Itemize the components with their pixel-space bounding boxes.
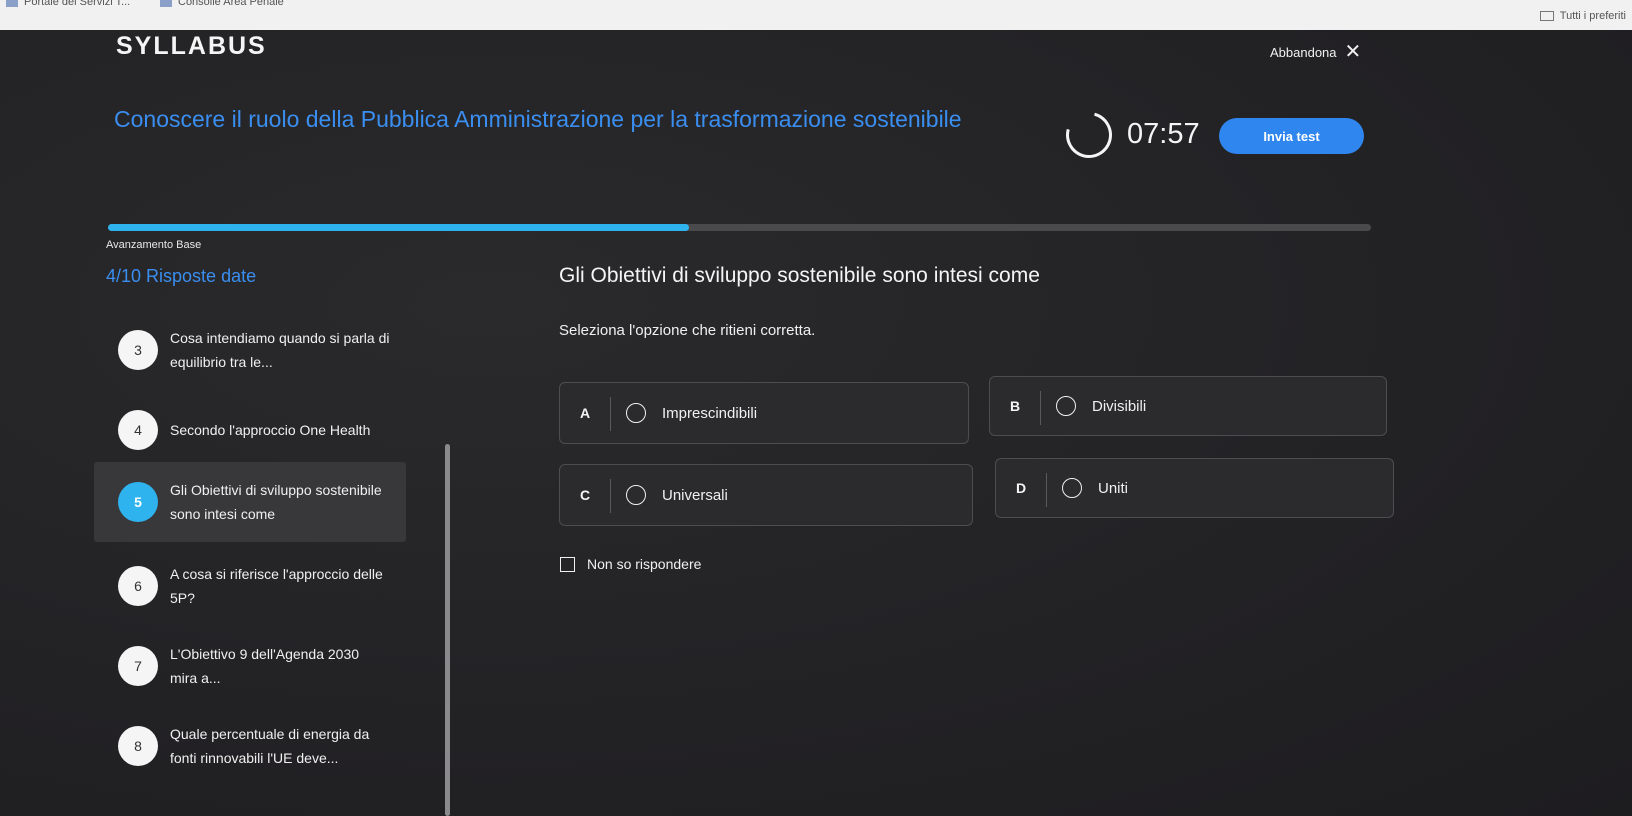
option-divider: [610, 479, 611, 513]
course-title: Conoscere il ruolo della Pubblica Ammini…: [114, 106, 962, 132]
close-icon: ✕: [1344, 41, 1362, 63]
question-preview: Secondo l'approccio One Health: [170, 422, 371, 438]
sidebar-question[interactable]: 3 Cosa intendiamo quando si parla di equ…: [94, 310, 406, 390]
question-number-badge: 8: [118, 726, 158, 766]
all-bookmarks-label: Tutti i preferiti: [1559, 10, 1626, 22]
timer-ring-icon: [1057, 103, 1121, 167]
bookmark-icon: [6, 0, 18, 7]
option-label: Divisibili: [1092, 397, 1147, 415]
sidebar-question-active[interactable]: 5 Gli Obiettivi di sviluppo sostenibile …: [94, 462, 406, 542]
option-divider: [1040, 391, 1041, 425]
question-number-badge: 7: [118, 646, 158, 686]
radio-icon[interactable]: [1056, 396, 1076, 416]
progress-bar: [108, 224, 1371, 231]
question-preview: Quale percentuale di energia da fonti ri…: [170, 726, 370, 766]
submit-test-button[interactable]: Invia test: [1219, 118, 1364, 154]
question-preview: Cosa intendiamo quando si parla di equil…: [170, 330, 390, 370]
question-number-badge: 4: [118, 410, 158, 450]
question-title: Gli Obiettivi di sviluppo sostenibile so…: [559, 264, 1040, 287]
quiz-app: SYLLABUS Abbandona ✕ Conoscere il ruolo …: [0, 30, 1632, 816]
sidebar-question[interactable]: 8 Quale percentuale di energia da fonti …: [94, 706, 406, 786]
option-c[interactable]: C Universali: [559, 464, 973, 526]
radio-icon[interactable]: [626, 485, 646, 505]
leave-button[interactable]: Abbandona ✕: [1270, 42, 1361, 62]
option-label: Imprescindibili: [662, 404, 758, 422]
question-number-badge: 6: [118, 566, 158, 606]
option-divider: [1046, 473, 1047, 507]
bookmark-consolle[interactable]: Consolle Area Penale: [160, 0, 284, 8]
checkbox-icon[interactable]: [560, 556, 575, 572]
bookmark-portale[interactable]: Portale dei Servizi T...: [6, 0, 130, 8]
question-preview: L'Obiettivo 9 dell'Agenda 2030 mira a...: [170, 646, 360, 686]
question-number-badge: 5: [118, 482, 158, 522]
folder-icon: [1539, 11, 1554, 21]
progress-label: Avanzamento Base: [106, 239, 202, 251]
bookmarks-bar: Portale dei Servizi T... Consolle Area P…: [0, 0, 1632, 30]
bookmark-label: Consolle Area Penale: [178, 0, 284, 8]
answered-count: 4/10 Risposte date: [106, 266, 257, 286]
question-instruction: Seleziona l'opzione che ritieni corretta…: [559, 322, 816, 339]
timer: 07:57: [1127, 118, 1200, 150]
option-letter: D: [1016, 480, 1027, 496]
option-a[interactable]: A Imprescindibili: [559, 382, 969, 444]
sidebar-scrollbar[interactable]: [445, 444, 450, 816]
all-bookmarks[interactable]: Tutti i preferiti: [1539, 10, 1626, 22]
radio-icon[interactable]: [626, 403, 646, 423]
option-letter: A: [580, 405, 591, 421]
option-letter: B: [1010, 398, 1021, 414]
option-label: Universali: [662, 486, 728, 504]
skip-option[interactable]: Non so rispondere: [560, 556, 701, 572]
leave-label: Abbandona: [1270, 44, 1337, 60]
question-preview: A cosa si riferisce l'approccio delle 5P…: [170, 566, 383, 606]
progress-fill: [108, 224, 689, 231]
skip-label: Non so rispondere: [587, 556, 702, 572]
bookmark-icon: [160, 0, 172, 7]
option-d[interactable]: D Uniti: [995, 458, 1394, 518]
radio-icon[interactable]: [1062, 478, 1082, 498]
option-b[interactable]: B Divisibili: [989, 376, 1387, 436]
question-preview: Gli Obiettivi di sviluppo sostenibile so…: [170, 482, 382, 522]
sidebar-question[interactable]: 4 Secondo l'approccio One Health: [94, 390, 406, 470]
syllabus-logo: SYLLABUS: [116, 32, 267, 60]
sidebar-question[interactable]: 7 L'Obiettivo 9 dell'Agenda 2030 mira a.…: [94, 626, 406, 706]
sidebar-question[interactable]: 6 A cosa si riferisce l'approccio delle …: [94, 546, 406, 626]
option-divider: [610, 397, 611, 431]
question-number-badge: 3: [118, 330, 158, 370]
option-letter: C: [580, 487, 591, 503]
bookmark-label: Portale dei Servizi T...: [24, 0, 131, 8]
option-label: Uniti: [1098, 479, 1129, 497]
